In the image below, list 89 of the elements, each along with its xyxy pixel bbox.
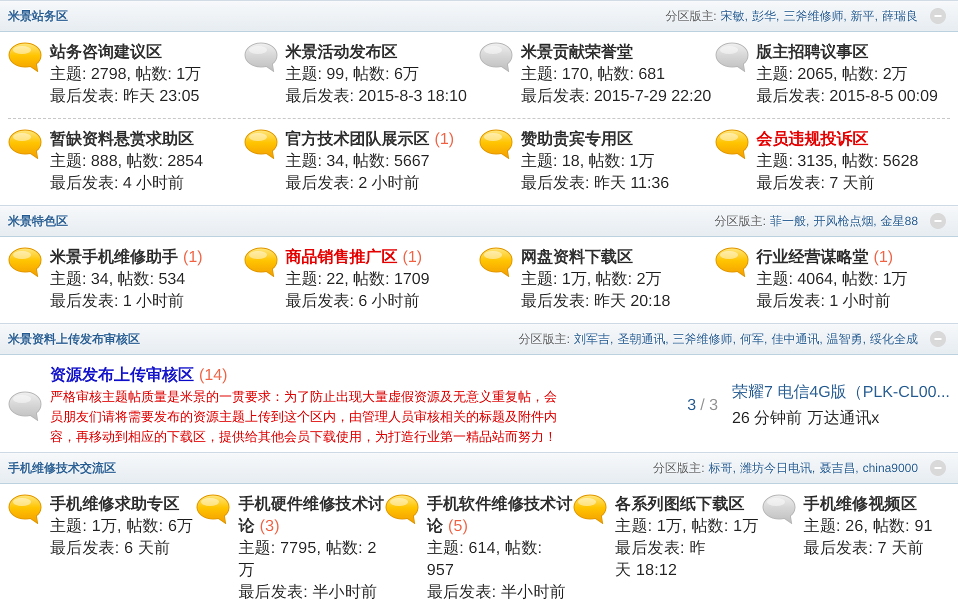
collapse-icon[interactable] — [930, 331, 946, 347]
forum-stats: 主题: 614, 帖数: 957 — [426, 538, 544, 581]
moderator-link[interactable]: 菲一般, — [770, 212, 810, 230]
moderator-link[interactable]: 潍坊今日电讯, — [740, 460, 816, 476]
forum-title[interactable]: 各系列图纸下载区 — [615, 494, 745, 516]
last-post-info: 最后发表: 昨天 23:05 — [50, 86, 200, 107]
forum-title[interactable]: 手机维修求助专区 — [50, 494, 180, 516]
moderator-label: 分区版主: — [714, 212, 766, 230]
post-count: / 3 — [700, 397, 718, 414]
moderator-link[interactable]: 圣朝通讯, — [617, 330, 669, 348]
moderator-link[interactable]: 开风枪点烟, — [813, 212, 877, 230]
forum-stats: 主题: 888, 帖数: 2854 — [50, 152, 204, 172]
collapse-icon[interactable] — [930, 460, 946, 476]
last-post-info: 最后发表: 昨天 11:36 — [521, 174, 670, 194]
forum-description: 严格审核主题帖质量是米景的一贯要求：为了防止出现大量虚假资源及无意义重复帖，会员朋友们请将需要发布的资源主题上传到这个区内，由管理人员审核相关的标题及附件内容，再移动到相应的下载区，提供给其他会员下载使用，为打造行业第一精品站而努力！ — [50, 388, 558, 446]
moderator-link[interactable]: 温智勇, — [826, 330, 866, 348]
forum-stats: 主题: 4064, 帖数: 1万 — [756, 270, 909, 290]
moderator-link[interactable]: 三斧维修师, — [672, 330, 736, 348]
section-title[interactable]: 手机维修技术交流区 — [8, 460, 116, 476]
last-post-info: 最后发表: 2 小时前 — [286, 174, 421, 194]
moderator-link[interactable]: 标哥, — [708, 460, 736, 476]
last-post-info: 最后发表: 半小时前 — [426, 582, 567, 603]
forum-title[interactable]: 手机维修视频区 — [804, 494, 917, 516]
latest-thread-link[interactable]: 荣耀7 电信4G版（PLK-CL00... — [732, 384, 950, 401]
forum-title[interactable]: 站务咨询建议区 — [50, 42, 162, 64]
moderator-link[interactable]: 三斧维修师, — [783, 8, 847, 24]
last-post-info: 最后发表: 4 小时前 — [50, 174, 186, 194]
moderator-link[interactable]: 佳中通讯, — [771, 330, 823, 348]
section-title[interactable]: 米景站务区 — [8, 8, 68, 24]
moderator-link[interactable]: 金星88 — [880, 212, 918, 230]
moderator-link[interactable]: china9000 — [862, 461, 918, 475]
forum-stats: 主题: 18, 帖数: 1万 — [521, 152, 656, 172]
moderator-link[interactable]: 刘军吉, — [574, 330, 614, 348]
forum-stats: 主题: 34, 帖数: 534 — [50, 270, 186, 290]
last-post-info: 最后发表: 2015-7-29 22:20 — [521, 86, 712, 107]
forum-title[interactable]: 网盘资料下载区 — [521, 247, 633, 269]
last-post-info: 最后发表: 6 小时前 — [286, 292, 421, 312]
forum-title[interactable]: 官方技术团队展示区 (1) — [286, 129, 454, 151]
forum-stats: 主题: 34, 帖数: 5667 — [286, 152, 431, 172]
section-title[interactable]: 米景资料上传发布审核区 — [8, 330, 140, 348]
moderator-label: 分区版主: — [665, 8, 717, 24]
forum-title[interactable]: 手机软件维修技术讨论 (5) — [426, 494, 574, 538]
last-post-info: 最后发表: 1 小时前 — [756, 292, 892, 312]
forum-title[interactable]: 米景手机维修助手 (1) — [50, 247, 203, 269]
forum-title[interactable]: 商品销售推广区 (1) — [286, 247, 422, 269]
forum-title[interactable]: 手机硬件维修技术讨论 (3) — [238, 494, 385, 538]
forum-stats: 主题: 22, 帖数: 1709 — [286, 270, 431, 290]
forum-title[interactable]: 会员违规投诉区 — [756, 129, 868, 151]
last-post-info: 最后发表: 1 小时前 — [50, 292, 186, 312]
last-post-info: 最后发表: 7 天前 — [756, 174, 876, 194]
forum-stats: 主题: 3135, 帖数: 5628 — [756, 152, 920, 172]
last-post-info: 最后发表: 6 天前 — [50, 538, 172, 559]
last-post-info: 最后发表: 半小时前 — [238, 582, 378, 603]
forum-title[interactable]: 行业经营谋略堂 (1) — [756, 247, 894, 269]
collapse-icon[interactable] — [930, 8, 946, 24]
forum-stats: 主题: 7795, 帖数: 2万 — [238, 538, 378, 581]
forum-stats: 主题: 26, 帖数: 91 — [804, 516, 934, 537]
forum-stats: 主题: 99, 帖数: 6万 — [286, 64, 420, 85]
forum-stats: 主题: 1万, 帖数: 2万 — [521, 270, 662, 290]
collapse-icon[interactable] — [930, 213, 946, 229]
moderator-link[interactable]: 新平, — [850, 8, 878, 24]
moderator-link[interactable]: 聂吉昌, — [819, 460, 859, 476]
forum-stats: 主题: 2065, 帖数: 2万 — [756, 64, 909, 85]
forum-stats: 主题: 170, 帖数: 681 — [521, 64, 666, 85]
section-title[interactable]: 米景特色区 — [8, 212, 68, 230]
forum-stats: 主题: 1万, 帖数: 6万 — [50, 516, 194, 537]
forum-stats: 主题: 1万, 帖数: 1万 — [615, 516, 760, 537]
latest-thread-time: 26 分钟前 — [732, 410, 802, 427]
forum-title[interactable]: 米景贡献荣誉堂 — [521, 42, 633, 64]
forum-title[interactable]: 资源发布上传审核区 (14) — [50, 365, 228, 387]
forum-title[interactable]: 暂缺资料悬赏求助区 — [50, 129, 194, 151]
last-post-info: 最后发表: 2015-8-3 18:10 — [286, 86, 468, 107]
moderator-link[interactable]: 薛瑞良 — [882, 8, 918, 24]
last-post-info: 最后发表: 2015-8-5 00:09 — [756, 86, 939, 107]
moderator-link[interactable]: 绥化全成 — [870, 330, 918, 348]
forum-title[interactable]: 米景活动发布区 — [286, 42, 398, 64]
forum-title[interactable]: 赞助贵宾专用区 — [521, 129, 633, 151]
moderator-label: 分区版主: — [653, 460, 705, 476]
moderator-link[interactable]: 彭华, — [752, 8, 780, 24]
forum-title[interactable]: 版主招聘议事区 — [756, 42, 868, 64]
moderator-link[interactable]: 何军, — [740, 330, 768, 348]
latest-thread-author[interactable]: 万达通讯x — [807, 410, 880, 427]
last-post-info: 最后发表: 昨天 20:18 — [521, 292, 672, 312]
last-post-info: 最后发表: 7 天前 — [804, 538, 925, 559]
moderator-label: 分区版主: — [518, 330, 570, 348]
forum-stats: 主题: 2798, 帖数: 1万 — [50, 64, 202, 85]
moderator-link[interactable]: 宋敏, — [720, 8, 748, 24]
thread-count: 3 — [687, 397, 696, 414]
last-post-info: 最后发表: 昨天 18:12 — [615, 538, 706, 581]
